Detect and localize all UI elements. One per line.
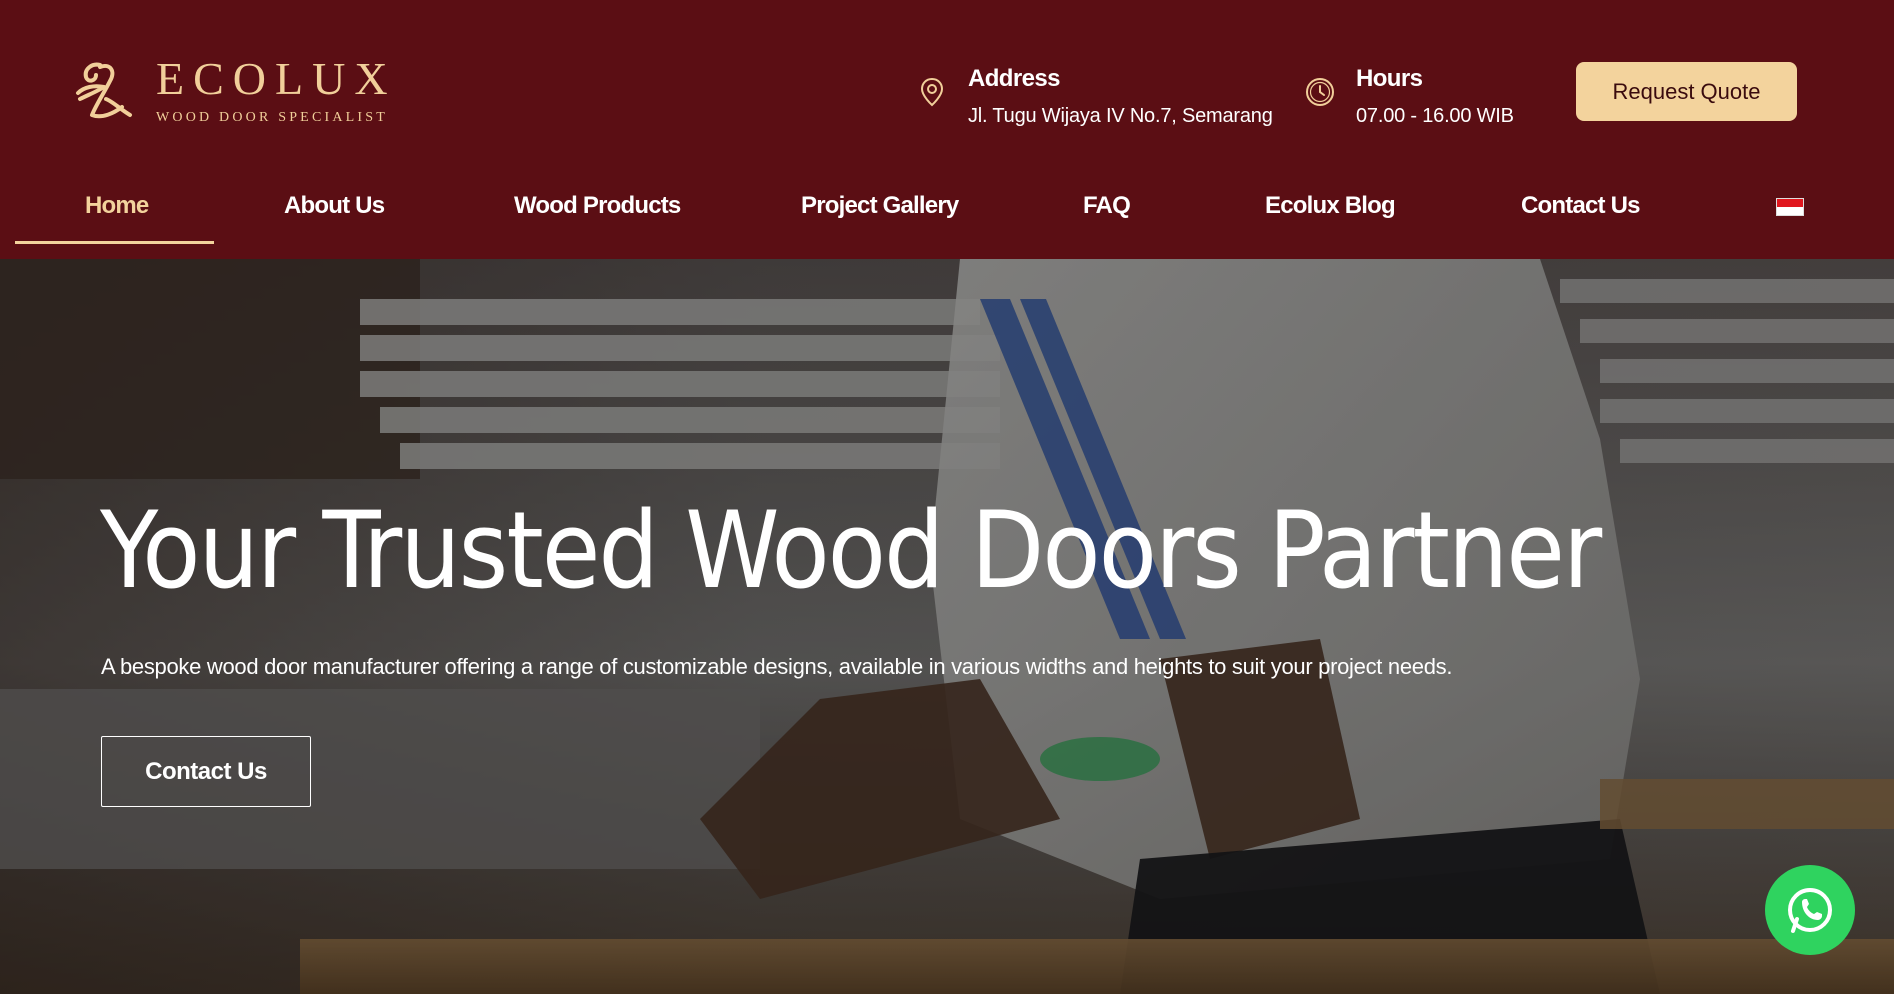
nav-item-contact-us[interactable]: Contact Us	[1521, 192, 1640, 236]
brand-name: ECOLUX	[156, 53, 397, 104]
hero-subtitle: A bespoke wood door manufacturer offerin…	[101, 654, 1453, 679]
ecolux-monogram-icon	[76, 62, 132, 119]
hero-background-image	[0, 259, 1894, 994]
active-nav-indicator	[15, 241, 214, 244]
address-value: Jl. Tugu Wijaya IV No.7, Semarang	[968, 105, 1273, 127]
logo-text: ECOLUX WOOD DOOR SPECIALIST	[156, 56, 397, 126]
hero-contact-button[interactable]: Contact Us	[101, 736, 311, 807]
location-pin-icon	[920, 77, 944, 107]
nav-item-about-us[interactable]: About Us	[284, 192, 385, 236]
whatsapp-icon	[1788, 888, 1832, 933]
address-info: Address Jl. Tugu Wijaya IV No.7, Semaran…	[916, 64, 1273, 128]
clock-icon	[1306, 78, 1334, 106]
nav-item-ecolux-blog[interactable]: Ecolux Blog	[1265, 192, 1396, 236]
hero-title: Your Trusted Wood Doors Partner	[100, 489, 1602, 612]
hours-info: Hours 07.00 - 16.00 WIB	[1304, 64, 1514, 128]
nav-item-project-gallery[interactable]: Project Gallery	[801, 192, 959, 236]
hours-title: Hours	[1356, 65, 1423, 92]
hours-value: 07.00 - 16.00 WIB	[1356, 105, 1514, 127]
hero-section: Your Trusted Wood Doors Partner A bespok…	[0, 259, 1894, 994]
whatsapp-button[interactable]	[1765, 865, 1855, 955]
nav-item-wood-products[interactable]: Wood Products	[514, 192, 681, 236]
address-title: Address	[968, 65, 1060, 92]
indonesia-flag-icon[interactable]	[1776, 198, 1804, 216]
brand-logo[interactable]: ECOLUX WOOD DOOR SPECIALIST	[70, 56, 397, 126]
brand-tagline: WOOD DOOR SPECIALIST	[156, 110, 388, 125]
nav-item-faq[interactable]: FAQ	[1083, 192, 1131, 236]
nav-item-home[interactable]: Home	[85, 192, 149, 236]
request-quote-button[interactable]: Request Quote	[1576, 62, 1797, 121]
site-header: ECOLUX WOOD DOOR SPECIALIST Address Jl. …	[0, 0, 1894, 160]
main-nav: Home About Us Wood Products Project Gall…	[0, 160, 1894, 259]
